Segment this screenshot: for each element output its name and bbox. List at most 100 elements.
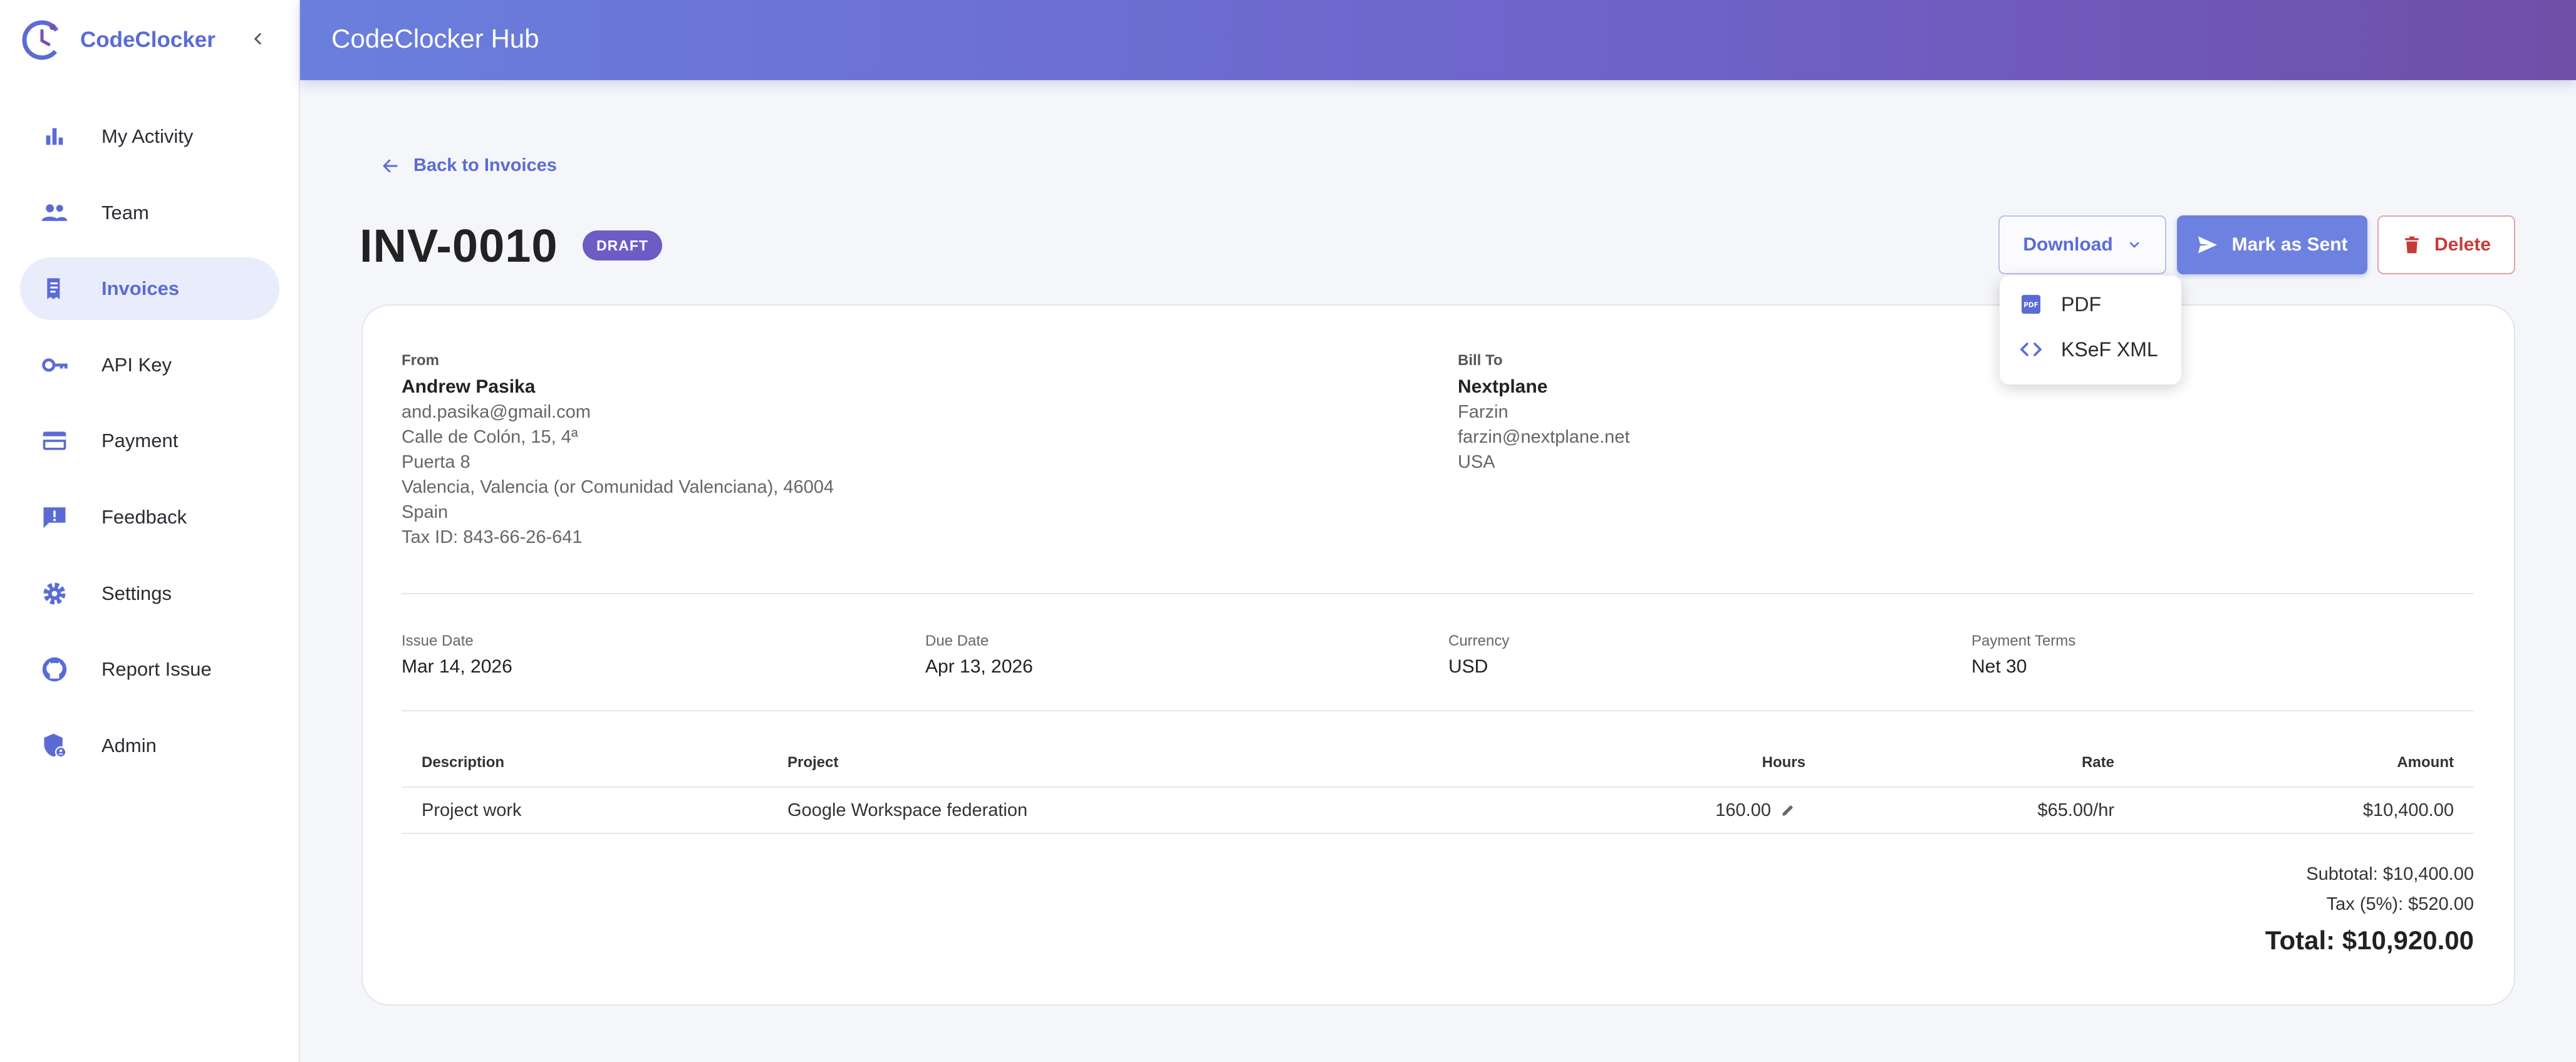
- menu-item-ksef-xml[interactable]: KSeF XML: [2000, 327, 2181, 372]
- row-project: Google Workspace federation: [787, 800, 1028, 820]
- meta-caption: Currency: [1448, 632, 1510, 649]
- sidebar-item-label: Invoices: [101, 277, 180, 300]
- divider: [402, 593, 2474, 594]
- sidebar-item-feedback[interactable]: Feedback: [20, 486, 279, 549]
- sidebar-item-admin[interactable]: Admin: [20, 714, 279, 777]
- credit-card-icon: [39, 425, 70, 456]
- meta-caption: Due Date: [925, 632, 989, 649]
- due-date: Due Date Apr 13, 2026: [925, 631, 1033, 678]
- bill-to-name: Nextplane: [1458, 376, 1548, 397]
- from-email: and.pasika@gmail.com: [402, 402, 591, 422]
- row-description: Project work: [422, 800, 522, 820]
- pdf-file-icon: PDF: [2022, 295, 2040, 314]
- trash-icon: [2405, 236, 2419, 254]
- back-link-label: Back to Invoices: [413, 155, 557, 175]
- sidebar-item-team[interactable]: Team: [20, 182, 279, 244]
- from-name: Andrew Pasika: [402, 376, 536, 397]
- mark-as-sent-label: Mark as Sent: [2231, 234, 2348, 255]
- sidebar-item-label: Feedback: [101, 505, 187, 528]
- sidebar-item-api-key[interactable]: API Key: [20, 334, 279, 396]
- status-badge: DRAFT: [583, 230, 662, 260]
- key-icon: [39, 349, 70, 381]
- divider: [402, 710, 2474, 711]
- sidebar-item-report-issue[interactable]: Report Issue: [20, 638, 279, 701]
- meta-caption: Issue Date: [402, 632, 474, 649]
- pencil-icon: [1782, 805, 1794, 816]
- from-city: Valencia, Valencia (or Comunidad Valenci…: [402, 477, 834, 497]
- from-tax-id: Tax ID: 843-66-26-641: [402, 527, 583, 547]
- from-address-line-1: Calle de Colón, 15, 4ª: [402, 427, 578, 447]
- back-to-invoices-link[interactable]: Back to Invoices: [381, 155, 557, 176]
- delete-button[interactable]: Delete: [2377, 215, 2515, 274]
- code-icon: [2020, 343, 2042, 356]
- chevron-left-icon: [254, 33, 261, 44]
- row-rate: $65.00/hr: [2037, 800, 2114, 820]
- people-icon: [39, 197, 70, 229]
- payment-terms: Payment Terms Net 30: [1971, 631, 2075, 678]
- chevron-down-icon: [2129, 242, 2139, 248]
- divider: [402, 833, 2474, 834]
- sidebar-item-label: My Activity: [101, 125, 194, 147]
- total: Total: $10,920.00: [2265, 925, 2474, 955]
- column-header-project: Project: [787, 754, 839, 771]
- issue-date: Issue Date Mar 14, 2026: [402, 631, 512, 678]
- from-section: From Andrew Pasika and.pasika@gmail.com …: [402, 351, 834, 550]
- sidebar-item-label: Admin: [101, 734, 157, 756]
- feedback-icon: [39, 502, 70, 533]
- subtotal: Subtotal: $10,400.00: [2306, 864, 2474, 884]
- table-row: Project work Google Workspace federation…: [402, 788, 2474, 833]
- meta-value: Apr 13, 2026: [925, 656, 1033, 677]
- codeclocker-logo-icon: [22, 20, 62, 60]
- mark-as-sent-button[interactable]: Mark as Sent: [2177, 215, 2367, 274]
- admin-shield-icon: [39, 730, 70, 761]
- page-title: INV-0010: [360, 220, 558, 272]
- sidebar-item-settings[interactable]: Settings: [20, 562, 279, 625]
- from-country: Spain: [402, 502, 449, 522]
- menu-item-label: KSeF XML: [2061, 338, 2158, 361]
- download-menu: PDF PDF KSeF XML: [2000, 276, 2181, 384]
- sidebar-item-label: Report Issue: [101, 658, 212, 681]
- from-caption: From: [402, 352, 439, 369]
- column-header-hours: Hours: [1762, 754, 1805, 771]
- column-header-rate: Rate: [2081, 754, 2114, 771]
- sidebar-item-label: Payment: [101, 430, 179, 452]
- meta-value: USD: [1448, 656, 1488, 677]
- sidebar-item-label: Team: [101, 201, 149, 224]
- row-amount: $10,400.00: [2362, 800, 2454, 820]
- bill-to-country: USA: [1458, 452, 1495, 472]
- sidebar-item-label: Settings: [101, 582, 172, 604]
- menu-item-pdf[interactable]: PDF PDF: [2000, 282, 2181, 327]
- sidebar-item-label: API Key: [101, 353, 172, 376]
- edit-hours-button[interactable]: [1780, 788, 1796, 833]
- bar-chart-icon: [39, 121, 70, 152]
- meta-caption: Payment Terms: [1971, 632, 2076, 649]
- svg-text:PDF: PDF: [2023, 302, 2038, 309]
- tax: Tax (5%): $520.00: [2326, 894, 2474, 914]
- top-header: CodeClocker Hub: [300, 0, 2576, 80]
- header-title: CodeClocker Hub: [331, 24, 539, 53]
- github-icon: [39, 654, 70, 685]
- bill-to-contact: Farzin: [1458, 402, 1509, 422]
- from-address-line-2: Puerta 8: [402, 452, 470, 472]
- arrow-left-icon: [383, 159, 398, 172]
- gear-icon: [39, 578, 70, 609]
- brand-name: CodeClocker: [80, 28, 216, 52]
- sidebar-item-payment[interactable]: Payment: [20, 410, 279, 472]
- collapse-sidebar-button[interactable]: [244, 25, 272, 53]
- download-button[interactable]: Download: [1998, 215, 2166, 274]
- currency: Currency USD: [1448, 631, 1509, 678]
- receipt-icon: [39, 273, 70, 304]
- bill-to-section: Bill To Nextplane Farzin farzin@nextplan…: [1458, 351, 1630, 475]
- column-header-amount: Amount: [2397, 754, 2454, 771]
- brand[interactable]: CodeClocker: [20, 18, 216, 63]
- column-header-description: Description: [422, 754, 505, 771]
- sidebar-item-invoices[interactable]: Invoices: [20, 257, 279, 321]
- bill-to-caption: Bill To: [1458, 352, 1503, 369]
- menu-item-label: PDF: [2061, 292, 2101, 316]
- delete-label: Delete: [2434, 234, 2491, 255]
- row-hours: 160.00: [1715, 800, 1771, 820]
- download-button-label: Download: [2023, 234, 2113, 255]
- sidebar-nav: My Activity Team Invoices API Key Paymen…: [20, 105, 279, 790]
- sidebar-item-my-activity[interactable]: My Activity: [20, 105, 279, 168]
- table-header: Description Project Hours Rate Amount: [402, 740, 2474, 785]
